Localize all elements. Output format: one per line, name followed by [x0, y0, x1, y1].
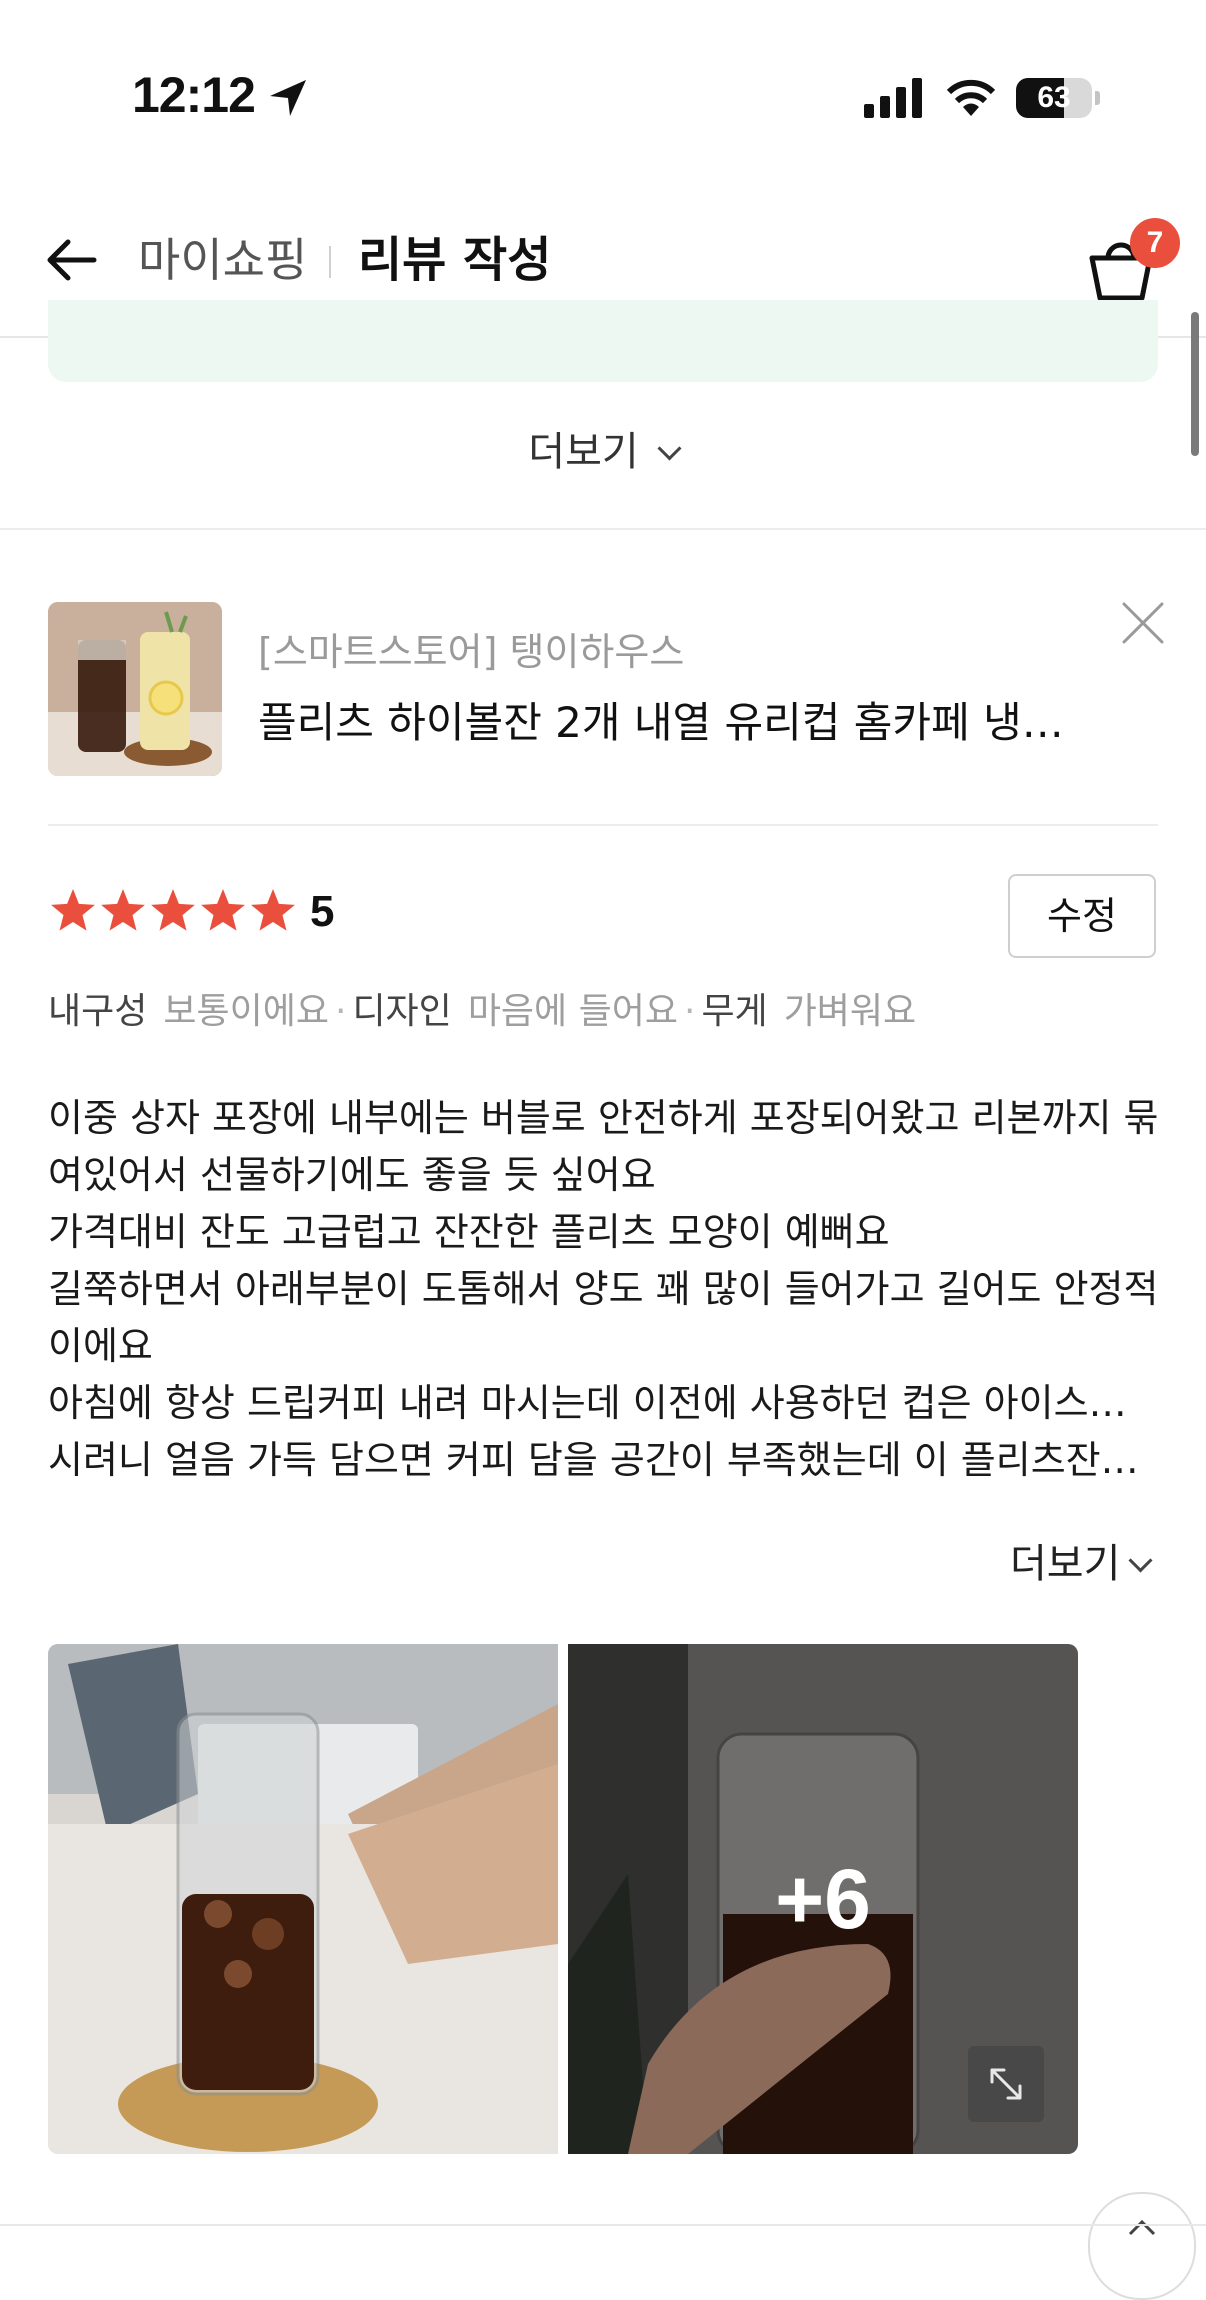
product-divider: [48, 824, 1158, 826]
cart-button[interactable]: 7: [1086, 218, 1180, 308]
rating-value: 5: [310, 887, 335, 936]
more-label: 더보기: [528, 429, 639, 475]
review-line: 이에요: [48, 1324, 153, 1368]
attr-design-value: 마음에 들어요: [467, 991, 678, 1032]
star-icon: [151, 889, 195, 931]
star-icon: [251, 889, 295, 931]
battery-indicator: 63: [1016, 78, 1100, 118]
review-photo[interactable]: [48, 1644, 558, 2154]
review-line: 이중 상자 포장에 내부에는 버블로 안전하게 포장되어왔고 리본까지 묶: [48, 1096, 1159, 1140]
breadcrumb-my-shopping[interactable]: 마이쇼핑: [138, 228, 307, 292]
section-divider: [0, 528, 1206, 530]
review-more-button[interactable]: 더보기: [1010, 1534, 1153, 1594]
product-name[interactable]: 플리츠 하이볼잔 2개 내열 유리컵 홈카페 냉…: [258, 695, 1098, 751]
bottom-divider: [0, 2224, 1206, 2226]
product-store-name: [스마트스토어] 탱이하우스: [258, 630, 685, 674]
location-arrow-icon: [270, 80, 306, 116]
attr-design-label: 디자인: [352, 991, 452, 1032]
back-arrow-icon[interactable]: [40, 228, 104, 292]
review-line: 길쭉하면서 아래부분이 도톰해서 양도 꽤 많이 들어가고 길어도 안정적: [48, 1267, 1159, 1311]
cellular-signal-icon: [864, 78, 922, 118]
close-icon[interactable]: [1118, 598, 1168, 648]
more-button-top[interactable]: 더보기: [0, 420, 1206, 484]
status-time: 12:12: [132, 67, 256, 123]
expand-icon: [990, 2068, 1022, 2100]
review-more-label: 더보기: [1010, 1541, 1121, 1587]
attr-separator: ·: [334, 991, 347, 1032]
battery-percent: 63: [1037, 81, 1071, 114]
chevron-down-icon: [657, 436, 682, 461]
product-image[interactable]: [48, 602, 222, 776]
attr-durability-value: 보통이에요: [163, 991, 329, 1032]
review-line: 시려니 얼음 가득 담으면 커피 담을 공간이 부족했는데 이 플리츠잔은 …: [48, 1438, 1160, 1482]
attr-separator: ·: [683, 991, 696, 1032]
cart-count-badge: 7: [1130, 218, 1180, 268]
star-icon: [201, 889, 245, 931]
wifi-icon: [946, 79, 996, 116]
expand-button[interactable]: [968, 2046, 1044, 2122]
review-line: 여있어서 선물하기에도 좋을 듯 싶어요: [48, 1153, 656, 1197]
star-icon: [51, 889, 95, 931]
chevron-down-icon: [1128, 1548, 1153, 1573]
star-rating: [48, 886, 298, 936]
review-line: 아침에 항상 드립커피 내려 마시는데 이전에 사용하던 컵은 아이스로 마: [48, 1381, 1160, 1425]
review-line: 가격대비 잔도 고급럽고 잔잔한 플리츠 모양이 예뻐요: [48, 1210, 890, 1254]
star-icon: [101, 889, 145, 931]
attr-weight-value: 가벼워요: [783, 991, 917, 1032]
review-photo-more[interactable]: +6: [568, 1644, 1078, 2154]
info-box: [48, 300, 1158, 382]
review-text: 이중 상자 포장에 내부에는 버블로 안전하게 포장되어왔고 리본까지 묶 여있…: [48, 1090, 1160, 1489]
attr-weight-label: 무게: [701, 991, 768, 1032]
breadcrumb-separator: [329, 246, 331, 278]
review-attributes: 내구성 보통이에요 · 디자인 마음에 들어요 · 무게 가벼워요: [48, 984, 916, 1040]
scroll-to-top-button[interactable]: [1088, 2192, 1196, 2300]
attr-durability-label: 내구성: [48, 991, 148, 1032]
edit-button[interactable]: 수정: [1008, 874, 1156, 958]
page-title: 리뷰 작성: [358, 232, 552, 288]
